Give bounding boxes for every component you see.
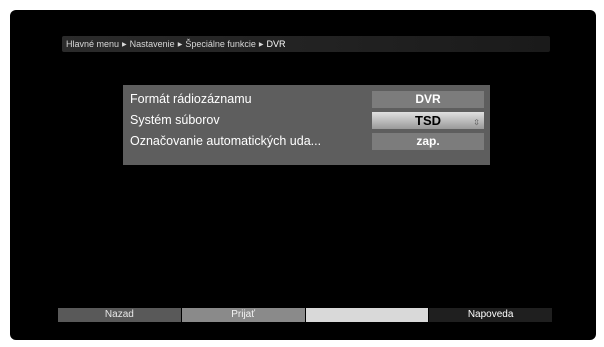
setting-row-auto-event-marking[interactable]: Označovanie automatických uda... zap. [128,132,485,151]
yellow-key-button[interactable] [305,308,429,322]
color-key-footer: Nazad Prijať Napoveda [58,308,552,322]
setting-value-auto-event-marking[interactable]: zap. [372,133,484,150]
setting-value-recording-format[interactable]: DVR [372,91,484,108]
breadcrumb-separator-icon: ▶ [258,41,264,48]
breadcrumb-item-settings[interactable]: Nastavenie [130,39,175,49]
setting-value-file-system-selector[interactable]: TSD ⇳ [372,112,484,129]
breadcrumb-item-main-menu[interactable]: Hlavné menu [66,39,119,49]
breadcrumb-item-dvr: DVR [266,39,286,49]
setting-row-file-system[interactable]: Systém súborov TSD ⇳ [128,111,485,130]
setting-label-file-system: Systém súborov [130,113,220,127]
dropdown-arrow-icon: ⇳ [473,118,480,127]
setting-label-auto-event-marking: Označovanie automatických uda... [130,134,322,148]
breadcrumb-separator-icon: ▶ [177,41,183,48]
setting-value-file-system: TSD [415,113,441,128]
breadcrumb: Hlavné menu ▶ Nastavenie ▶ Špeciálne fun… [66,39,286,49]
green-key-accept-button[interactable]: Prijať [181,308,305,322]
setting-label-recording-format: Formát rádiozáznamu [130,92,252,106]
breadcrumb-separator-icon: ▶ [122,41,127,48]
breadcrumb-bar: Hlavné menu ▶ Nastavenie ▶ Špeciálne fun… [62,36,550,52]
breadcrumb-item-special-functions[interactable]: Špeciálne funkcie [185,39,256,49]
settings-panel: Formát rádiozáznamu DVR Systém súborov T… [123,85,490,165]
blue-key-help-button[interactable]: Napoveda [429,308,552,322]
red-key-back-button[interactable]: Nazad [58,308,181,322]
tv-screen: Hlavné menu ▶ Nastavenie ▶ Špeciálne fun… [10,10,596,340]
setting-row-recording-format[interactable]: Formát rádiozáznamu DVR [128,90,485,109]
